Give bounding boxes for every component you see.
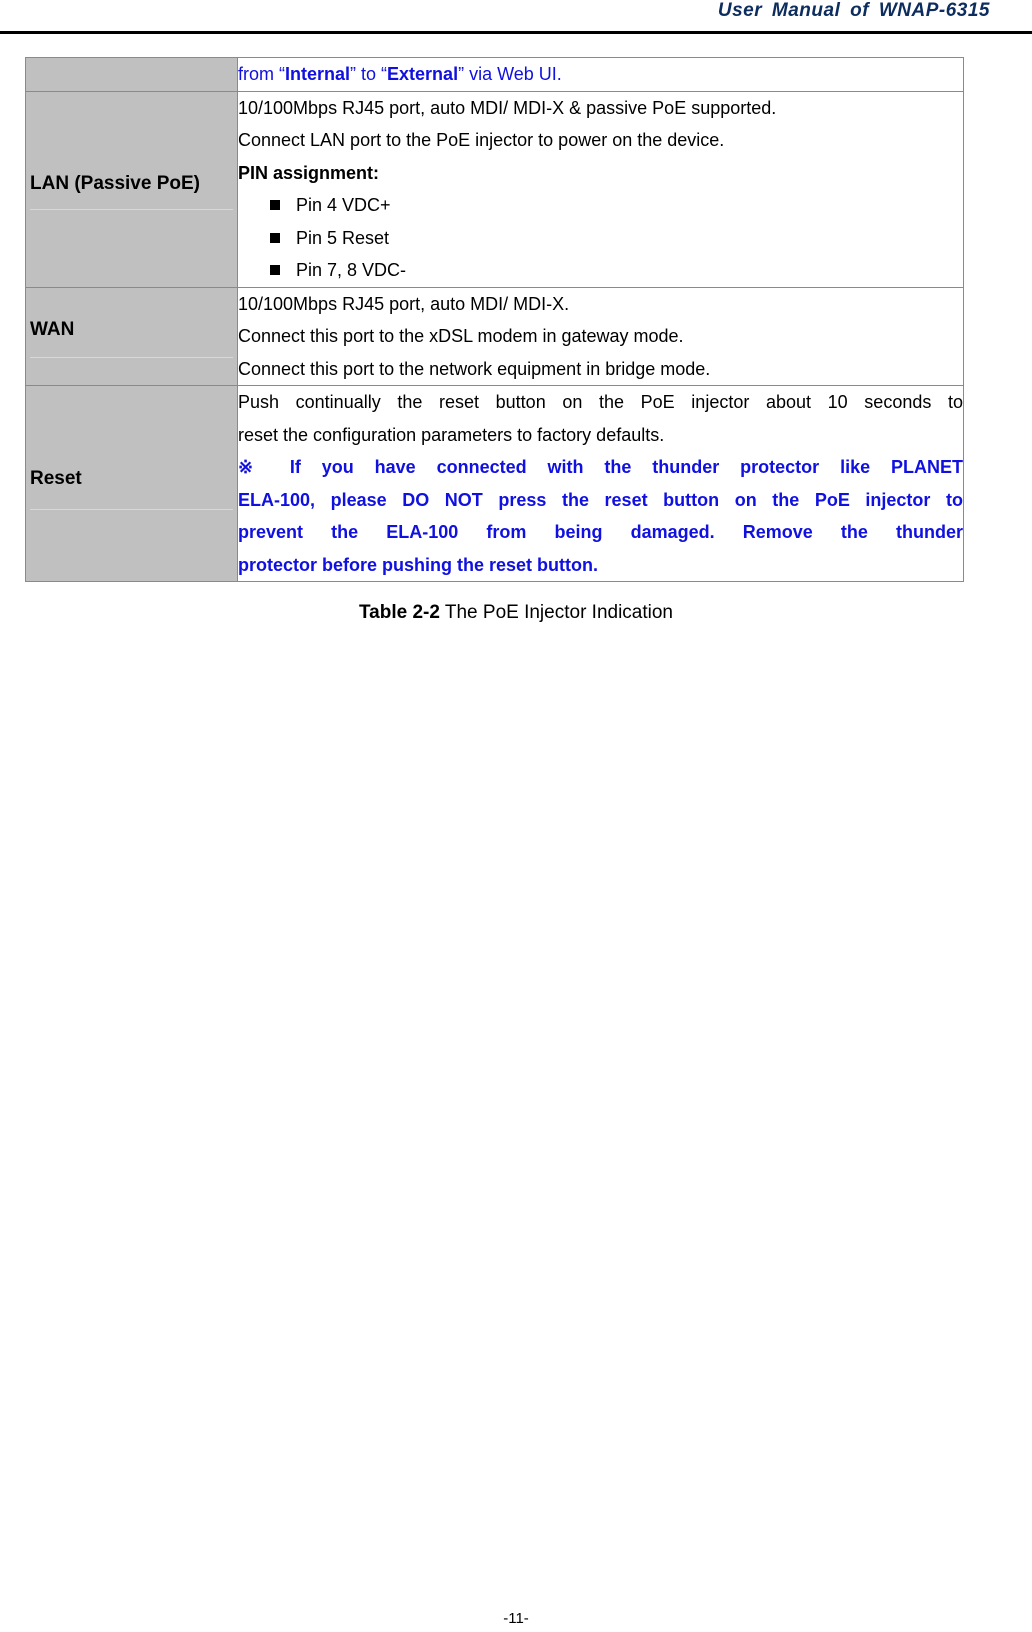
cell-divider: [30, 356, 233, 358]
table-caption: Table 2-2 The PoE Injector Indication: [0, 602, 1032, 624]
caption-number: Table 2-2: [358, 602, 440, 623]
table-row: LAN (Passive PoE) 10/100Mbps RJ45 port, …: [25, 90, 964, 288]
warning-line: protector before pushing the reset butto…: [238, 554, 599, 575]
list-item: Pin 5 Reset: [238, 222, 963, 255]
header-rule: [0, 31, 1032, 34]
table-row: WAN 10/100Mbps RJ45 port, auto MDI/ MDI-…: [25, 286, 964, 386]
label-cell: Reset: [25, 385, 238, 582]
list-item: Pin 7, 8 VDC-: [238, 254, 963, 287]
description-line: Connect this port to the network equipme…: [238, 358, 711, 379]
row-label: Reset: [30, 468, 82, 489]
description-line: Connect LAN port to the PoE injector to …: [238, 130, 725, 150]
warning-line: prevent the ELA-100 from being damaged. …: [238, 522, 963, 542]
warning-line: ELA-100, please DO NOT press the reset b…: [238, 489, 963, 510]
description-line: 10/100Mbps RJ45 port, auto MDI/ MDI-X.: [238, 293, 570, 314]
poe-injector-table: from “Internal” to “External” via Web UI…: [25, 57, 964, 582]
square-bullet-icon: [270, 200, 280, 210]
description-cell: from “Internal” to “External” via Web UI…: [237, 57, 964, 92]
description-line: 10/100Mbps RJ45 port, auto MDI/ MDI-X & …: [238, 97, 777, 118]
description-line: Connect this port to the xDSL modem in g…: [238, 326, 684, 346]
description-line: Push continually the reset button on the…: [238, 392, 963, 412]
label-cell: LAN (Passive PoE): [25, 90, 238, 288]
continuation-line: from “Internal” to “External” via Web UI…: [238, 64, 562, 84]
description-cell: Push continually the reset button on the…: [237, 385, 964, 582]
list-item: Pin 4 VDC+: [238, 189, 963, 222]
description-cell: 10/100Mbps RJ45 port, auto MDI/ MDI-X. C…: [237, 286, 964, 386]
cell-divider: [30, 509, 233, 510]
label-cell: [25, 57, 238, 92]
pin-assignment-heading: PIN assignment:: [238, 162, 380, 183]
row-label: LAN (Passive PoE): [30, 172, 200, 194]
page-number: -11-: [503, 1610, 529, 1627]
square-bullet-icon: [270, 232, 280, 243]
label-cell: WAN: [25, 286, 238, 386]
table-row: Reset Push continually the reset button …: [25, 385, 964, 582]
description-line: reset the configuration parameters to fa…: [238, 424, 665, 445]
caption-text: The PoE Injector Indication: [439, 602, 674, 623]
table-row: from “Internal” to “External” via Web UI…: [25, 57, 964, 92]
document-header-title: User Manual of WNAP-6315: [717, 0, 990, 21]
warning-line: ※ If you have connected with the thunder…: [238, 457, 963, 477]
cell-divider: [30, 208, 233, 210]
description-cell: 10/100Mbps RJ45 port, auto MDI/ MDI-X & …: [237, 90, 964, 288]
square-bullet-icon: [270, 265, 280, 275]
row-label: WAN: [30, 318, 75, 340]
